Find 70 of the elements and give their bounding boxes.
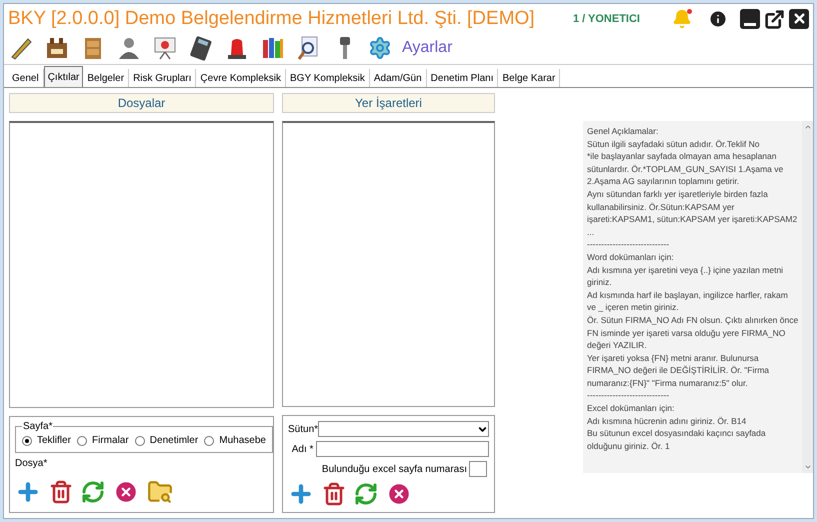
refresh-icon[interactable] bbox=[354, 482, 378, 506]
person-icon[interactable] bbox=[116, 35, 142, 61]
tab[interactable]: BGY Kompleksik bbox=[286, 69, 370, 87]
help-text: kullanabilirsiniz. Ör.Sütun:KAPSAM yer bbox=[587, 200, 736, 214]
file-label: Dosya* bbox=[15, 457, 48, 471]
help-text: Bu sütunun excel dosyasındaki kaçıncı sayfada bbox=[587, 427, 767, 440]
name-label: Adı * bbox=[290, 442, 314, 456]
cancel-icon[interactable] bbox=[386, 481, 412, 507]
help-text: Ör. Sütun FIRMA_NO Adı FN olsun. Çıktı alınırken önce bbox=[587, 314, 798, 326]
tab[interactable]: Risk Grupları bbox=[129, 69, 196, 87]
scrollbar[interactable] bbox=[802, 121, 814, 473]
radio-option[interactable]: Muhasebe bbox=[204, 433, 266, 448]
help-text: ... bbox=[587, 226, 596, 238]
scroll-down-icon[interactable] bbox=[804, 463, 812, 471]
help-text: 2.Aşama AG sayılarının toplamını getirir. bbox=[587, 175, 740, 188]
help-text: numaranız:{FN}" "Firma numaranız:5" olur. bbox=[587, 376, 749, 390]
minimize-icon[interactable] bbox=[740, 8, 760, 28]
help-text: ----------------------------- bbox=[587, 389, 670, 402]
popout-icon[interactable] bbox=[764, 8, 785, 30]
trash-icon[interactable] bbox=[322, 482, 346, 506]
help-text: Adı kısmına hücrenin adını giriniz. Ör. B14 bbox=[587, 414, 748, 428]
help-text: Ad kısmında harf ile başlayan, ingilizce harfler, rakam bbox=[587, 288, 789, 302]
tab[interactable]: Denetim Planı bbox=[426, 69, 498, 87]
name-field[interactable] bbox=[316, 441, 489, 457]
help-text: Excel dokümanları için: bbox=[587, 402, 676, 415]
help-text: Word dokümanları için: bbox=[587, 250, 675, 264]
tab[interactable]: Adam/Gün bbox=[370, 69, 427, 87]
radio-option[interactable]: Teklifler bbox=[22, 433, 71, 448]
help-text: ve _ içeren metin giriniz. bbox=[587, 301, 680, 314]
refresh-icon[interactable] bbox=[81, 480, 105, 504]
help-text: giriniz. bbox=[587, 276, 613, 289]
sheet-number-field[interactable] bbox=[469, 461, 487, 477]
group-label: Sayfa* bbox=[22, 419, 54, 434]
help-text: Adı kısmına yer işaretini veya {..} içine yazılan metni bbox=[587, 264, 784, 276]
help-text: FIRMA_NO değeri ile DEĞİŞTİRİLİR. Ör. "Firma bbox=[587, 364, 770, 377]
help-text: Sütun ilgili sayfadaki sütun adıdır. Ör.Teklif No bbox=[587, 138, 760, 150]
column-dropdown[interactable] bbox=[318, 421, 489, 437]
help-text: Yer işareti yoksa {FN} metni aranır. Bulunursa bbox=[587, 352, 760, 364]
tab[interactable]: Belgeler bbox=[83, 69, 130, 87]
help-text: Aynı sütundan farklı yer işaretleriyle birden fazla bbox=[587, 188, 769, 201]
info-icon[interactable] bbox=[708, 9, 728, 29]
gears-icon[interactable] bbox=[368, 36, 392, 60]
help-text: değeri YAZILIR. bbox=[587, 339, 648, 352]
help-text: *ile başlayanlar sayfada olmayan ama hesaplanan bbox=[587, 150, 778, 163]
sheet-label: Bulunduğu excel sayfa numarası bbox=[322, 462, 467, 476]
presentation-icon[interactable] bbox=[152, 35, 178, 61]
bell-icon[interactable] bbox=[672, 9, 692, 29]
trash-icon[interactable] bbox=[49, 480, 73, 504]
building-icon[interactable] bbox=[44, 35, 70, 61]
tab[interactable]: Çıktılar bbox=[44, 66, 84, 87]
settings-label[interactable]: Ayarlar bbox=[402, 36, 452, 60]
books-icon[interactable] bbox=[260, 35, 286, 61]
user-label: 1 / YONETICI bbox=[572, 12, 640, 27]
radio-option[interactable]: Firmalar bbox=[77, 433, 129, 448]
scroll-up-icon[interactable] bbox=[804, 123, 812, 131]
help-text: Genel Açıklamalar: bbox=[587, 125, 660, 138]
close-icon[interactable] bbox=[789, 8, 809, 28]
radio-option[interactable]: Denetimler bbox=[134, 433, 198, 448]
help-text: ----------------------------- bbox=[587, 238, 670, 251]
help-text: olduğunu giriniz. Ör. 1 bbox=[587, 440, 671, 452]
tab[interactable]: Belge Karar bbox=[498, 69, 560, 87]
folder-search-icon[interactable] bbox=[147, 479, 173, 505]
help-text: FN isminde yer işareti varsa olduğu yere FIRMA_NO bbox=[587, 326, 786, 340]
window-title: BKY [2.0.0.0] Demo Belgelendirme Hizmetleri Ltd. Şti. [DEMO] bbox=[8, 6, 535, 31]
cancel-icon[interactable] bbox=[113, 479, 139, 505]
panel-header: Yer İşaretleri bbox=[282, 93, 495, 113]
help-text: işareti:KAPSAM1, sütun:KAPSAM yer işareti:KAPSAM2 bbox=[587, 213, 798, 226]
tab[interactable]: Çevre Kompleksik bbox=[196, 69, 286, 87]
panel-header: Dosyalar bbox=[9, 93, 274, 113]
help-text: sütunlardır. Ör.*TOPLAM_GUN_SAYISI 1.Aşama ve bbox=[587, 162, 784, 176]
